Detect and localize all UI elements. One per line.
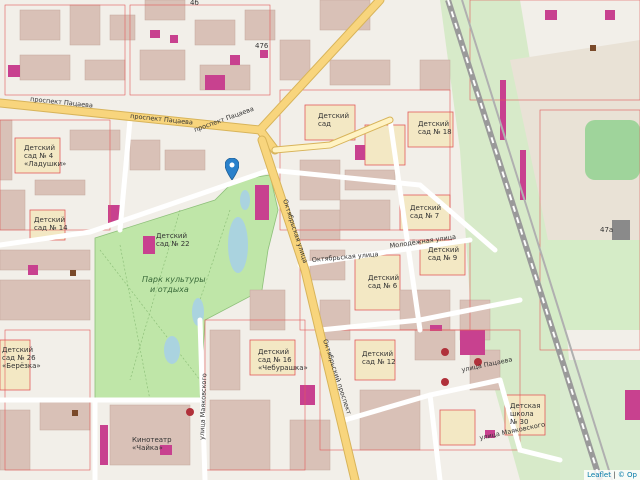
- kindergarten-9-label: Детский сад № 9: [428, 246, 461, 262]
- house-number-2: 476: [255, 42, 269, 50]
- map-attribution: Leaflet | © Op: [584, 470, 640, 480]
- leaflet-link[interactable]: Leaflet: [587, 471, 611, 479]
- kindergarten-6-label: Детский сад № 6: [368, 274, 401, 290]
- attribution-separator: |: [613, 471, 616, 479]
- kindergarten-22-label: Детский сад № 22: [156, 232, 190, 248]
- kindergarten-7-label: Детский сад № 7: [410, 204, 443, 220]
- kindergarten-12-label: Детский сад № 12: [362, 350, 396, 366]
- house-number-1: 4б: [190, 0, 199, 7]
- location-marker-icon[interactable]: [225, 158, 239, 180]
- kindergarten-18-label: Детский сад № 18: [418, 120, 452, 136]
- kindergarten-14-label: Детский сад № 14: [34, 216, 68, 232]
- house-number-3: 47а: [600, 226, 613, 234]
- osm-link[interactable]: © Op: [618, 471, 637, 479]
- map-canvas[interactable]: проспект Пацаева проспект Пацаева проспе…: [0, 0, 640, 480]
- map-viewport[interactable]: проспект Пацаева проспект Пацаева проспе…: [0, 0, 640, 480]
- kindergarten-26-label: Детский сад № 26 «Берёзка»: [2, 346, 41, 370]
